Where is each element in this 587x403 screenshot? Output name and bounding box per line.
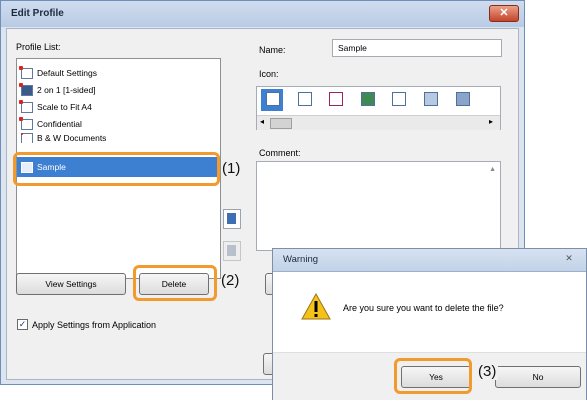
profile-icon xyxy=(19,65,33,79)
list-item[interactable]: 2 on 1 [1-sided] xyxy=(19,82,96,98)
callout-label-3: (3) xyxy=(476,363,499,380)
name-value: Sample xyxy=(338,43,367,53)
name-input[interactable]: Sample xyxy=(332,39,502,57)
horizontal-scrollbar[interactable]: ◂ ▸ xyxy=(257,115,500,130)
document-icon[interactable] xyxy=(298,92,312,106)
document-icon[interactable] xyxy=(392,92,406,106)
document-icon[interactable] xyxy=(424,92,438,106)
callout-box-1 xyxy=(13,152,220,186)
comment-label: Comment: xyxy=(259,148,301,158)
warning-message: Are you sure you want to delete the file… xyxy=(343,303,504,313)
name-label: Name: xyxy=(259,45,286,55)
document-icon[interactable] xyxy=(266,92,280,106)
scroll-left-icon[interactable]: ◂ xyxy=(260,117,264,126)
callout-label-2: (2) xyxy=(221,272,240,289)
move-up-icon[interactable] xyxy=(223,209,241,229)
checkbox-checkmark-icon[interactable]: ✓ xyxy=(17,319,28,330)
scroll-thumb[interactable] xyxy=(270,118,292,129)
no-button[interactable]: No xyxy=(495,366,581,388)
profile-icon xyxy=(19,99,33,113)
profile-label: 2 on 1 [1-sided] xyxy=(37,85,96,95)
profile-icon xyxy=(19,82,33,96)
scroll-right-icon[interactable]: ▸ xyxy=(489,117,493,126)
move-down-icon[interactable] xyxy=(223,241,241,261)
warning-icon xyxy=(301,293,331,320)
list-item[interactable]: Scale to Fit A4 xyxy=(19,99,92,115)
document-icon[interactable] xyxy=(456,92,470,106)
window-title: Edit Profile xyxy=(11,8,64,19)
profile-icon xyxy=(19,116,33,130)
document-icon[interactable] xyxy=(329,92,343,106)
view-settings-button[interactable]: View Settings xyxy=(16,273,126,295)
callout-box-3 xyxy=(394,358,472,394)
list-item[interactable]: Confidential xyxy=(19,116,82,132)
profile-label: Confidential xyxy=(37,119,82,129)
callout-label-1: (1) xyxy=(222,160,241,177)
profile-icon xyxy=(21,133,33,143)
warning-title: Warning xyxy=(283,254,319,265)
icon-label: Icon: xyxy=(259,69,279,79)
list-item[interactable]: B & W Documents xyxy=(21,133,106,143)
edit-profile-titlebar[interactable]: Edit Profile ✕ xyxy=(1,1,524,27)
apply-settings-label: Apply Settings from Application xyxy=(32,319,157,330)
icon-picker[interactable]: ◂ ▸ xyxy=(256,86,501,130)
profile-label: Scale to Fit A4 xyxy=(37,102,92,112)
callout-box-2 xyxy=(133,265,217,301)
comment-textarea[interactable]: ▲ xyxy=(256,161,501,251)
close-button[interactable]: ✕ xyxy=(489,5,519,22)
apply-settings-checkbox[interactable]: ✓ Apply Settings from Application xyxy=(17,319,156,330)
image-icon[interactable] xyxy=(361,92,375,106)
list-item[interactable]: Default Settings xyxy=(19,65,98,81)
close-icon[interactable]: ✕ xyxy=(559,253,579,267)
profile-label: B & W Documents xyxy=(37,133,107,143)
scroll-up-icon[interactable]: ▲ xyxy=(489,166,496,173)
profile-list-label: Profile List: xyxy=(16,42,61,52)
warning-body: Are you sure you want to delete the file… xyxy=(273,272,586,352)
warning-titlebar[interactable]: Warning ✕ xyxy=(273,249,586,272)
profile-label: Default Settings xyxy=(37,68,98,78)
